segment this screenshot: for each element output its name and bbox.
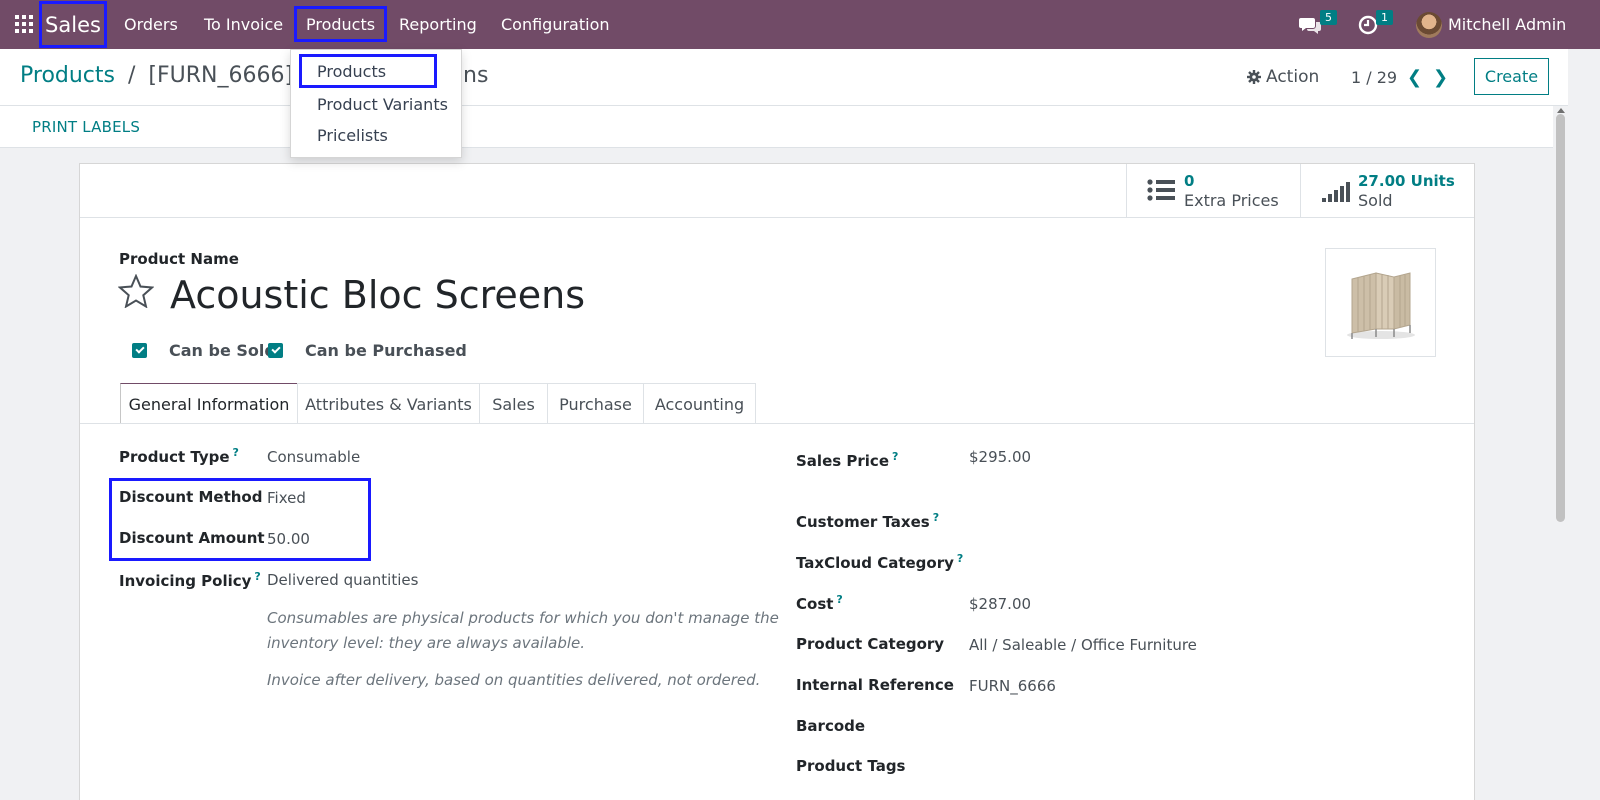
vertical-scrollbar[interactable] (1553, 106, 1568, 800)
print-labels-button[interactable]: PRINT LABELS (32, 118, 140, 136)
acoustic-screen-image (1347, 272, 1415, 339)
action-button[interactable]: Action (1247, 67, 1319, 87)
menu-orders[interactable]: Orders (124, 0, 178, 49)
internal-reference-value[interactable]: FURN_6666 (969, 677, 1056, 695)
breadcrumb-current-tail: ns (463, 63, 489, 88)
gear-icon (1247, 70, 1261, 84)
units-sold-button[interactable]: 27.00 Units Sold (1300, 164, 1475, 218)
tab-accounting[interactable]: Accounting (643, 383, 756, 424)
scrollbar-thumb[interactable] (1556, 114, 1565, 522)
breadcrumb-separator: / (128, 63, 136, 88)
app-name[interactable]: Sales (39, 1, 107, 48)
pager-value[interactable]: 1 / 29 (1351, 68, 1397, 87)
control-panel: Products / [FURN_6666] Ac ns Action 1 / … (0, 49, 1568, 106)
tabs-divider (80, 423, 1474, 424)
product-name[interactable]: Acoustic Bloc Screens (170, 273, 585, 317)
top-navbar: Sales Orders To Invoice Products Reporti… (0, 0, 1600, 49)
invoicing-policy-value[interactable]: Delivered quantities (267, 571, 418, 589)
can-be-purchased-checkbox[interactable] (268, 343, 283, 358)
breadcrumb-products-link[interactable]: Products (20, 63, 115, 88)
tab-general-information[interactable]: General Information (120, 383, 298, 424)
tab-purchase[interactable]: Purchase (547, 383, 644, 424)
user-name: Mitchell Admin (1448, 15, 1567, 34)
product-name-label: Product Name (119, 250, 239, 268)
pager-next-icon[interactable]: ❯ (1433, 67, 1448, 88)
activities-button[interactable] (1358, 0, 1378, 49)
menu-reporting[interactable]: Reporting (399, 0, 477, 49)
help-icon[interactable]: ? (233, 446, 239, 459)
apps-grid-icon[interactable] (15, 15, 33, 33)
products-dropdown-menu: Products Product Variants Pricelists (290, 49, 462, 158)
can-be-sold-label: Can be Sold (169, 341, 276, 360)
product-image[interactable] (1325, 248, 1436, 357)
extra-prices-label: Extra Prices (1184, 191, 1279, 210)
avatar (1416, 11, 1442, 38)
product-category-value[interactable]: All / Saleable / Office Furniture (969, 636, 1197, 654)
sales-price-value[interactable]: $295.00 (969, 448, 1031, 466)
extra-prices-button[interactable]: 0 Extra Prices (1126, 164, 1301, 218)
can-be-sold-checkbox[interactable] (132, 343, 147, 358)
signal-icon (1322, 182, 1350, 202)
clock-icon (1358, 15, 1378, 34)
units-sold-label: Sold (1358, 191, 1393, 210)
scroll-up-icon[interactable] (1557, 108, 1565, 113)
help-line-2: inventory level: they are always availab… (267, 634, 586, 652)
tab-sales[interactable]: Sales (479, 383, 548, 424)
menu-configuration[interactable]: Configuration (501, 0, 610, 49)
invoicing-policy-label: Invoicing Policy? (119, 570, 261, 590)
tab-attributes-variants[interactable]: Attributes & Variants (297, 383, 480, 424)
star-icon[interactable] (118, 274, 154, 308)
invoicing-policy-help-text: Invoice after delivery, based on quantit… (267, 671, 761, 689)
product-tags-label: Product Tags (796, 757, 906, 775)
product-type-label: Product Type? (119, 446, 239, 466)
cost-label: Cost? (796, 593, 843, 613)
help-icon[interactable]: ? (892, 450, 898, 463)
action-label: Action (1266, 67, 1320, 87)
sales-price-label: Sales Price? (796, 450, 899, 470)
cost-value[interactable]: $287.00 (969, 595, 1031, 613)
taxcloud-category-label: TaxCloud Category? (796, 552, 964, 572)
create-button[interactable]: Create (1474, 58, 1549, 95)
discount-fields-highlight (109, 478, 371, 561)
dropdown-item-products[interactable]: Products (299, 54, 437, 88)
barcode-label: Barcode (796, 717, 866, 735)
product-type-help-text: Consumables are physical products for wh… (267, 606, 779, 656)
help-icon[interactable]: ? (957, 552, 963, 565)
breadcrumb: Products / [FURN_6666] Ac (20, 63, 327, 88)
messages-badge: 5 (1320, 10, 1337, 25)
messages-button[interactable] (1299, 0, 1323, 49)
help-line-1: Consumables are physical products for wh… (267, 609, 779, 627)
list-icon (1147, 179, 1175, 201)
internal-reference-label: Internal Reference (796, 676, 954, 694)
units-sold-value: 27.00 Units (1358, 172, 1455, 190)
menu-to-invoice[interactable]: To Invoice (204, 0, 283, 49)
product-category-label: Product Category (796, 635, 945, 653)
extra-prices-value: 0 (1184, 172, 1195, 190)
help-icon[interactable]: ? (933, 511, 939, 524)
can-be-purchased-label: Can be Purchased (305, 341, 467, 360)
pager-previous-icon[interactable]: ❮ (1407, 67, 1422, 88)
customer-taxes-label: Customer Taxes? (796, 511, 940, 531)
smart-button-box: 0 Extra Prices 27.00 Units Sold (80, 164, 1474, 218)
status-bar: PRINT LABELS (0, 106, 1568, 148)
activities-badge: 1 (1376, 10, 1393, 25)
dropdown-item-pricelists[interactable]: Pricelists (317, 126, 388, 145)
user-menu[interactable]: Mitchell Admin (1416, 0, 1566, 49)
product-type-value[interactable]: Consumable (267, 448, 360, 466)
help-icon[interactable]: ? (254, 570, 260, 583)
help-icon[interactable]: ? (836, 593, 842, 606)
menu-products[interactable]: Products (294, 6, 388, 42)
dropdown-item-product-variants[interactable]: Product Variants (317, 95, 448, 114)
